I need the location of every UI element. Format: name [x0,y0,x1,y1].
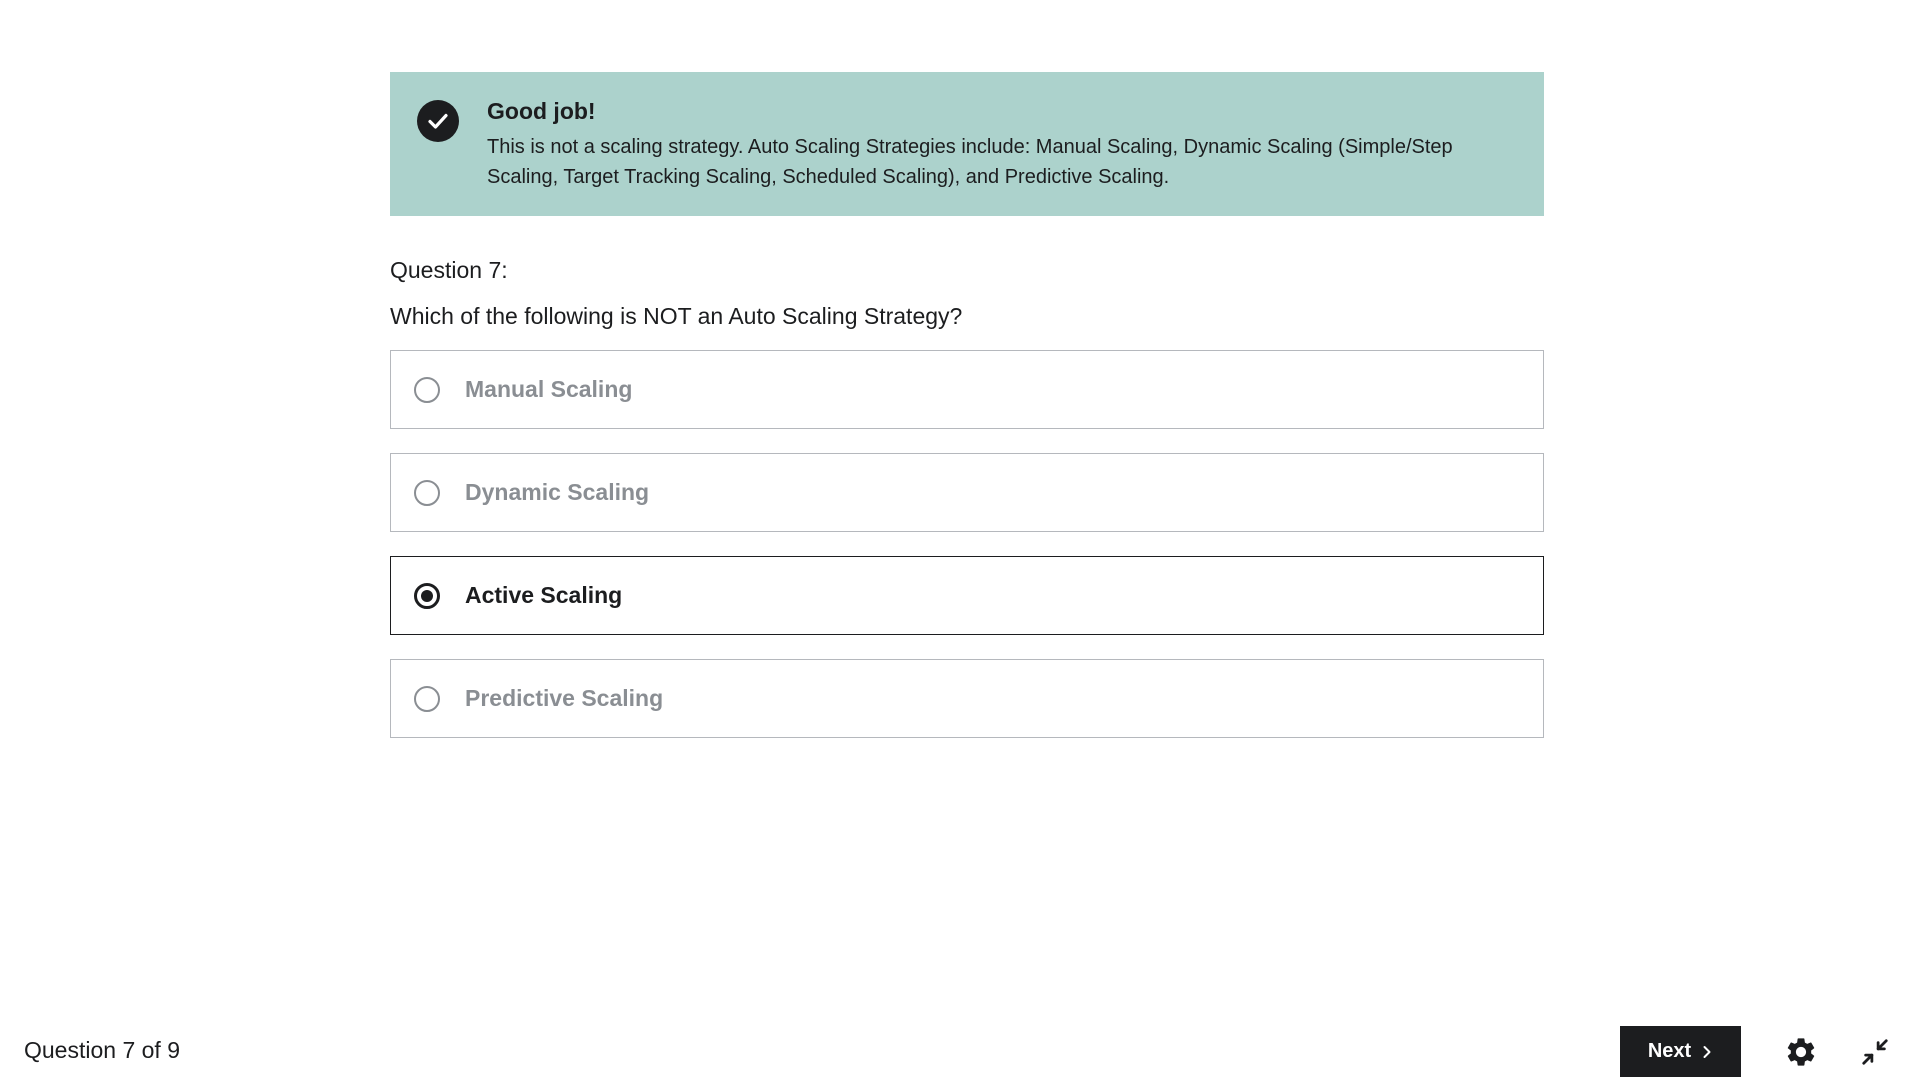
next-button[interactable]: Next [1620,1026,1741,1077]
feedback-text: This is not a scaling strategy. Auto Sca… [487,136,1453,188]
next-button-label: Next [1647,1040,1692,1062]
answer-option-label: Active Scaling [465,582,623,608]
radio-button[interactable] [414,376,440,403]
question-text: Which of the following is NOT an Auto Sc… [390,303,963,329]
answer-option-label: Manual Scaling [465,376,633,402]
answer-option-dynamic-scaling[interactable]: Dynamic Scaling [390,453,1544,532]
answer-option-active-scaling[interactable]: Active Scaling [390,556,1544,635]
answer-option-label: Predictive Scaling [465,685,664,711]
gear-icon [1787,1038,1815,1066]
radio-dot [421,589,433,602]
answer-option-label: Dynamic Scaling [465,479,650,505]
check-circle-icon [417,100,459,142]
question-number: Question 7: [390,257,508,283]
answer-option-predictive-scaling[interactable]: Predictive Scaling [390,659,1544,738]
radio-button-selected[interactable] [414,582,440,609]
question-progress: Question 7 of 9 [24,1037,180,1063]
settings-button[interactable] [1781,1032,1821,1072]
quiz-page: Good job! This is not a scaling strategy… [0,0,1920,1080]
answer-options: Manual Scaling Dynamic Scaling Active Sc… [390,350,1544,738]
chevron-right-icon [1703,1045,1711,1058]
exit-fullscreen-icon [1862,1039,1888,1065]
feedback-title: Good job! [487,98,596,124]
exit-fullscreen-button[interactable] [1855,1032,1895,1072]
radio-button[interactable] [414,479,440,506]
answer-option-manual-scaling[interactable]: Manual Scaling [390,350,1544,429]
feedback-banner: Good job! This is not a scaling strategy… [390,72,1544,216]
quiz-content: Good job! This is not a scaling strategy… [390,72,1544,762]
radio-button[interactable] [414,685,440,712]
